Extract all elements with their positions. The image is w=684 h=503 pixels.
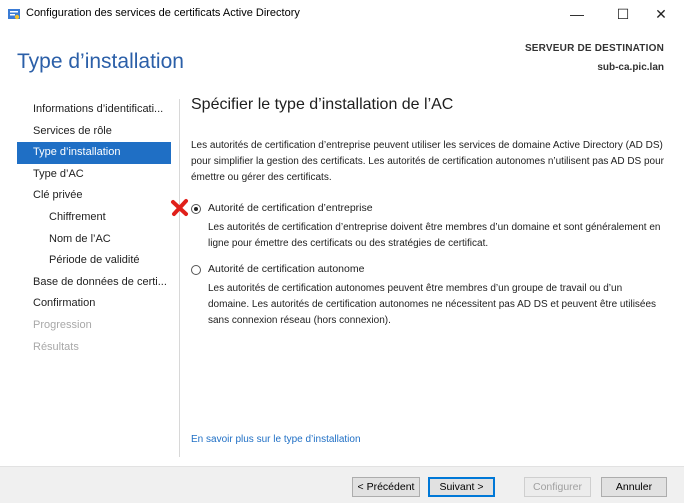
close-icon: ✕ [655, 5, 667, 22]
configure-button: Configurer [524, 477, 591, 497]
standalone-ca-description: Les autorités de certification autonomes… [208, 283, 657, 326]
previous-button[interactable]: < Précédent [352, 477, 420, 497]
section-title: Spécifier le type d’installation de l’AC [191, 96, 454, 113]
step-resultats: Résultats [33, 340, 79, 353]
step-cle-privee[interactable]: Clé privée [17, 185, 171, 207]
step-chiffrement[interactable]: Chiffrement [17, 207, 171, 229]
certificate-services-icon [8, 9, 20, 20]
destination-server-label: SERVEUR DE DESTINATION [524, 43, 664, 54]
next-button[interactable]: Suivant > [428, 477, 495, 497]
wizard-footer: < Précédent Suivant > Configurer Annuler [0, 466, 684, 503]
intro-text: Les autorités de certification d’entrepr… [191, 140, 665, 183]
step-periode-validite[interactable]: Période de validité [17, 250, 171, 272]
minimize-button[interactable]: — [554, 0, 600, 28]
standalone-ca-radio[interactable] [191, 265, 201, 275]
maximize-icon: ☐ [616, 5, 630, 22]
step-base-de-donnees[interactable]: Base de données de certi... [17, 272, 171, 294]
step-services-de-role[interactable]: Services de rôle [17, 121, 171, 143]
step-confirmation[interactable]: Confirmation [17, 293, 171, 315]
close-button[interactable]: ✕ [638, 0, 684, 28]
page-title: Type d’installation [17, 50, 184, 73]
enterprise-ca-radio[interactable] [191, 204, 201, 214]
enterprise-ca-label[interactable]: Autorité de certification d’entreprise [208, 202, 373, 214]
wizard-step-list: Informations d’identificati... Services … [17, 99, 171, 358]
main-content: Spécifier le type d’installation de l’AC… [191, 96, 667, 326]
step-type-installation[interactable]: Type d’installation [17, 142, 171, 164]
step-type-ac[interactable]: Type d’AC [17, 164, 171, 186]
red-x-marker-icon [171, 199, 188, 216]
destination-server-name: sub-ca.pic.lan [597, 62, 664, 73]
enterprise-ca-description: Les autorités de certification d’entrepr… [208, 222, 661, 249]
window-title: Configuration des services de certificat… [26, 7, 300, 19]
title-bar: Configuration des services de certificat… [0, 0, 684, 28]
sidebar-divider [179, 99, 180, 457]
step-progression: Progression [33, 318, 92, 331]
step-nom-ac[interactable]: Nom de l’AC [17, 229, 171, 251]
minimize-icon: — [570, 6, 584, 22]
learn-more-link[interactable]: En savoir plus sur le type d’installatio… [191, 434, 361, 445]
step-informations-identification[interactable]: Informations d’identificati... [17, 99, 171, 121]
cancel-button[interactable]: Annuler [601, 477, 667, 497]
standalone-ca-label[interactable]: Autorité de certification autonome [208, 263, 364, 275]
